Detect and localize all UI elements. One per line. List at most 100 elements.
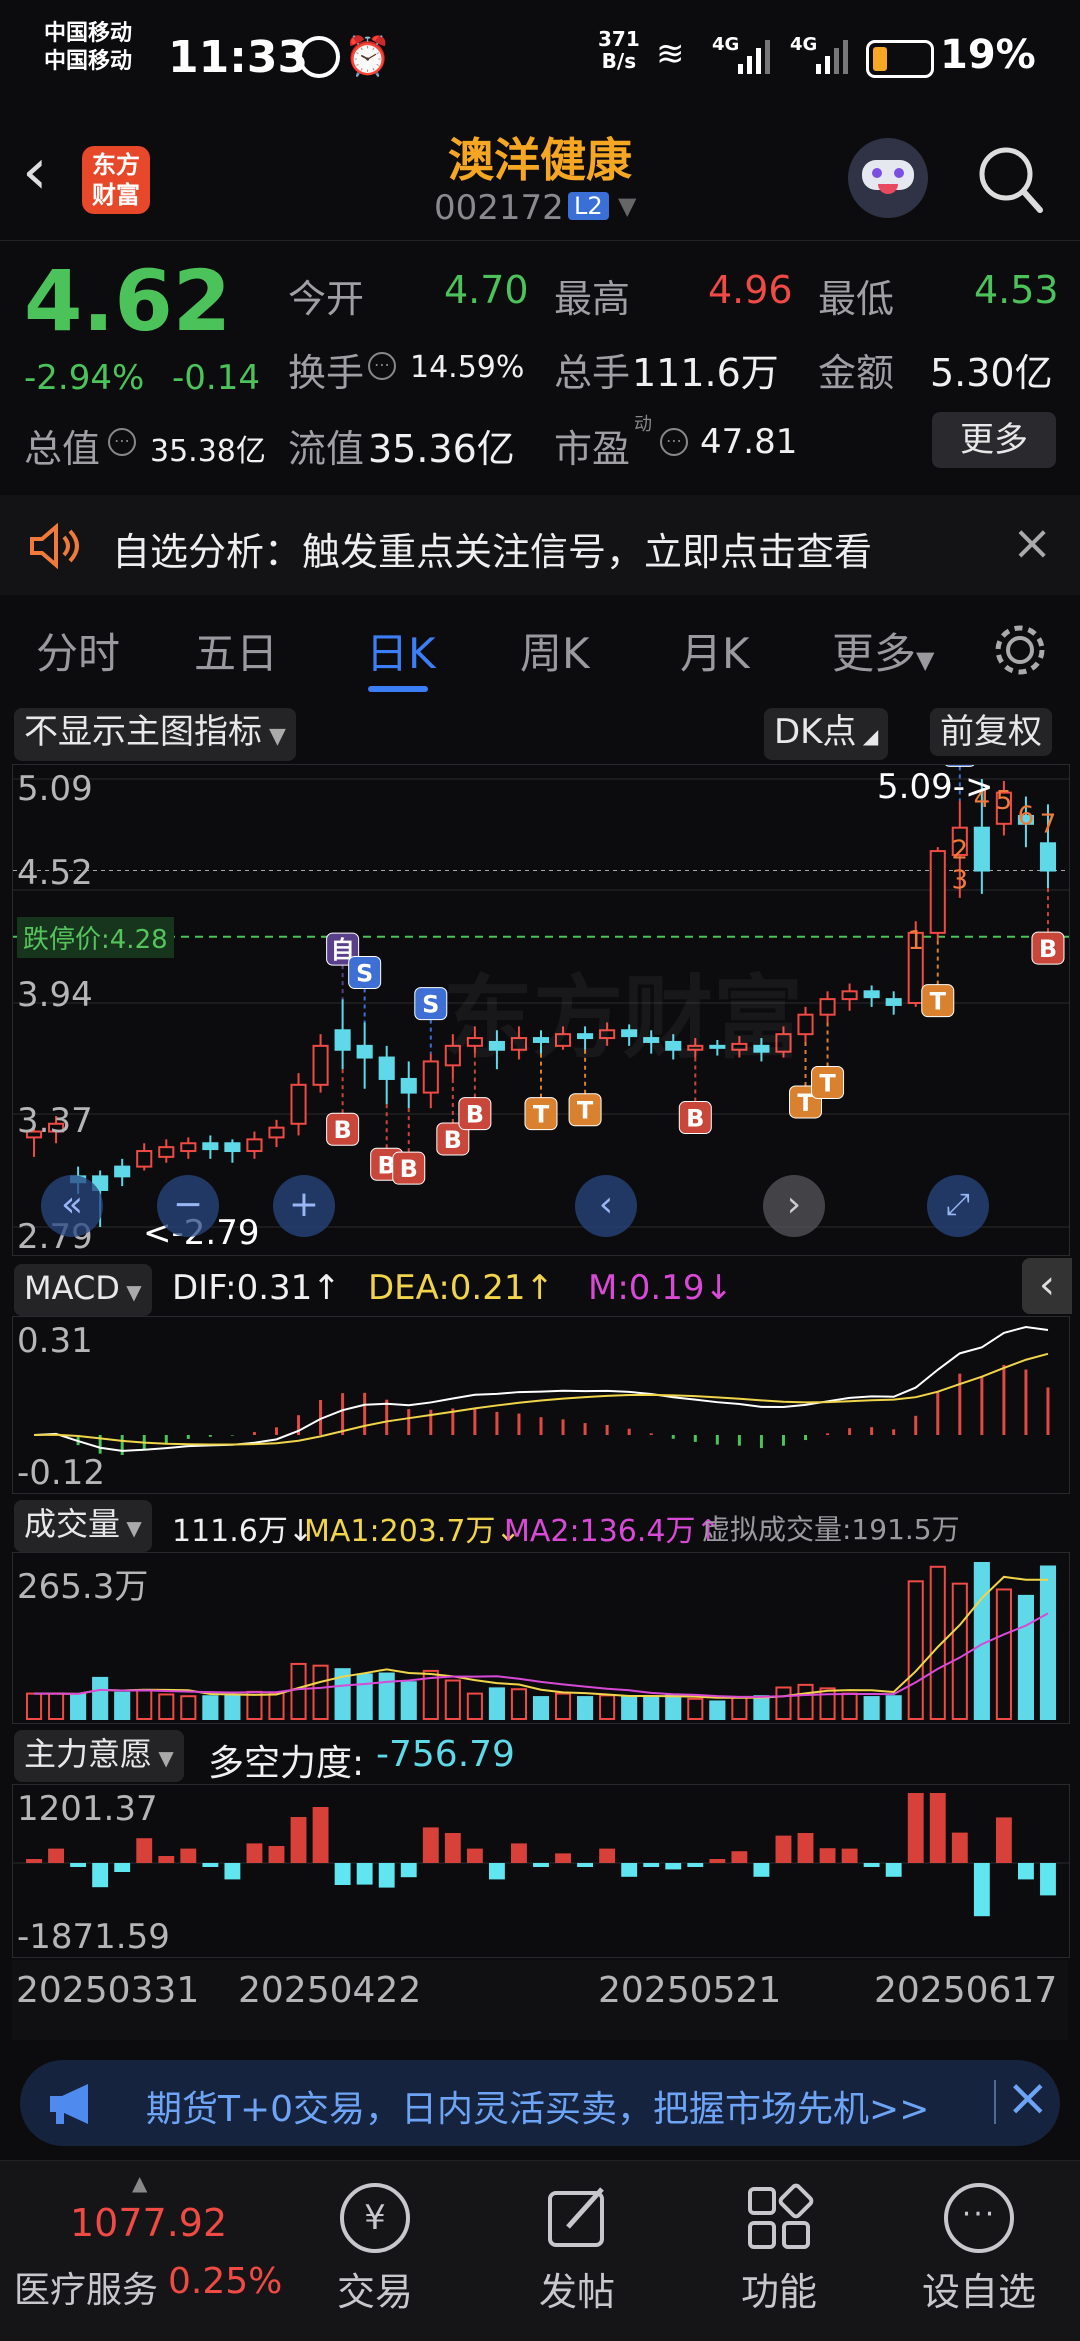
signal-badge-label: B xyxy=(444,1126,462,1154)
carrier-1: 中国移动 xyxy=(44,20,132,48)
dk-point-button[interactable]: DK点 ◢ xyxy=(764,708,888,760)
force-bar xyxy=(621,1863,637,1877)
volume-label: 总手 xyxy=(554,342,630,397)
mktcap-value: 35.38亿 xyxy=(150,426,266,470)
limit-down-label: 跌停价:4.28 xyxy=(17,917,174,958)
force-value: -756.79 xyxy=(376,1734,515,1775)
fullscreen-icon[interactable]: ⤢ xyxy=(927,1175,989,1237)
indicator-dropdown[interactable]: 不显示主图指标 ▼ xyxy=(14,708,296,761)
volume-bar xyxy=(380,1674,394,1719)
force-chart: 1201.37 -1871.59 xyxy=(12,1784,1070,1958)
volume-bar xyxy=(666,1694,680,1719)
amount-label: 金额 xyxy=(818,342,894,397)
candle xyxy=(181,1143,195,1151)
tab-monthly-k[interactable]: 月K xyxy=(680,620,750,681)
force-bar xyxy=(48,1849,64,1863)
info-icon[interactable]: ⋯ xyxy=(368,352,396,380)
scroll-left-fast-icon[interactable]: « xyxy=(41,1175,103,1237)
tab-daily-k[interactable]: 日K xyxy=(366,620,436,681)
force-bar xyxy=(445,1833,461,1863)
candle xyxy=(843,991,857,999)
volume-bar xyxy=(688,1699,702,1719)
close-icon[interactable]: × xyxy=(1006,2068,1050,2128)
signal-badge-label: B xyxy=(686,1105,704,1133)
scroll-left-icon[interactable]: ‹ xyxy=(575,1175,637,1237)
info-icon[interactable]: ⋯ xyxy=(108,428,136,456)
caret-up-icon: ▲ xyxy=(132,2171,147,2195)
volume-bar xyxy=(512,1689,526,1719)
index-change[interactable]: 0.25% xyxy=(168,2261,282,2302)
index-name[interactable]: 医疗服务 xyxy=(14,2261,158,2313)
volume-header: 成交量 ▼ 111.6万↓ MA1:203.7万↓ MA2:136.4万↑ 虚拟… xyxy=(0,1494,1080,1552)
futures-ad-banner[interactable]: 期货T+0交易，日内灵活买卖，把握市场先机>> × xyxy=(20,2060,1060,2146)
volume-dropdown[interactable]: 成交量 ▼ xyxy=(14,1500,152,1552)
nav-functions[interactable]: 功能 xyxy=(739,2261,819,2316)
change-pct: -2.94% xyxy=(24,358,144,398)
signal-badge-label: B xyxy=(400,1155,418,1183)
candlestick-chart[interactable]: 自SSBBBBBBBTTTTTS1234567 东方财富 5.09 4.52 跌… xyxy=(12,764,1070,1256)
zoom-out-icon[interactable]: − xyxy=(157,1175,219,1237)
float-label: 流值 xyxy=(288,418,364,473)
macd-chart: 0.31 -0.12 xyxy=(12,1316,1070,1494)
quote-panel: 4.62 -2.94% -0.14 今开 4.70 最高 4.96 最低 4.5… xyxy=(0,242,1080,492)
force-bar xyxy=(555,1853,571,1863)
tab-weekly-k[interactable]: 周K xyxy=(520,620,590,681)
macd-dropdown[interactable]: MACD ▼ xyxy=(14,1264,152,1316)
force-bar xyxy=(1018,1863,1034,1879)
last-price: 4.62 xyxy=(24,252,231,350)
force-bar xyxy=(511,1843,527,1863)
signal-badge-label: T xyxy=(533,1101,550,1129)
force-bar xyxy=(158,1856,174,1863)
zoom-in-icon[interactable]: + xyxy=(273,1175,335,1237)
volume-bar xyxy=(181,1696,195,1719)
tab-indicator xyxy=(368,686,428,692)
force-bar xyxy=(313,1807,329,1863)
analysis-banner[interactable]: 自选分析：触发重点关注信号，立即点击查看 × xyxy=(0,495,1080,595)
amount-value: 5.30亿 xyxy=(930,342,1053,397)
trade-icon[interactable]: ¥ xyxy=(340,2183,410,2253)
collapse-panel-icon[interactable]: ‹ xyxy=(1022,1258,1072,1314)
gear-icon[interactable] xyxy=(990,620,1050,680)
force-bar xyxy=(820,1848,836,1863)
index-value[interactable]: 1077.92 xyxy=(70,2201,227,2245)
more-button[interactable]: 更多 xyxy=(932,412,1056,468)
info-icon[interactable]: ⋯ xyxy=(660,428,688,456)
signal-badge-label: T xyxy=(819,1069,836,1097)
axis-top-label: 5.09 xyxy=(17,769,93,809)
robot-assistant-icon[interactable] xyxy=(848,138,928,218)
nav-add-watchlist[interactable]: 设自选 xyxy=(919,2261,1039,2316)
open-value: 4.70 xyxy=(444,268,529,312)
volume-ma2: MA2:136.4万↑ xyxy=(504,1506,721,1550)
force-bar xyxy=(379,1863,395,1888)
volume-bar xyxy=(953,1584,967,1719)
nav-trade[interactable]: 交易 xyxy=(335,2261,415,2316)
turnover-label: 换手 xyxy=(288,342,364,397)
price-adjust-button[interactable]: 前复权 xyxy=(930,708,1052,756)
macd-dif: DIF:0.31↑ xyxy=(172,1268,341,1308)
close-icon[interactable]: × xyxy=(1012,515,1052,571)
signal-count-label: 7 xyxy=(1040,809,1057,839)
tab-five-day[interactable]: 五日 xyxy=(194,620,278,681)
force-dropdown[interactable]: 主力意愿 ▼ xyxy=(14,1730,184,1782)
candle xyxy=(137,1151,151,1167)
macd-plot xyxy=(13,1317,1069,1493)
force-bar xyxy=(643,1863,659,1867)
chevron-down-icon[interactable]: ▼ xyxy=(618,192,636,220)
tab-intraday[interactable]: 分时 xyxy=(36,620,120,681)
volume-bar xyxy=(1041,1566,1055,1719)
nav-post[interactable]: 发帖 xyxy=(537,2261,617,2316)
search-icon[interactable] xyxy=(976,140,1048,220)
pe-sup: 动 xyxy=(634,410,652,436)
macd-axis-top: 0.31 xyxy=(17,1321,93,1361)
volume-bar xyxy=(754,1696,768,1719)
scroll-right-icon[interactable]: › xyxy=(763,1175,825,1237)
watchlist-icon[interactable]: ··· xyxy=(944,2183,1014,2253)
signal-bars-icon-1 xyxy=(736,36,776,76)
post-icon[interactable] xyxy=(544,2183,614,2253)
functions-icon[interactable] xyxy=(744,2183,814,2253)
volume-chart: 265.3万 xyxy=(12,1552,1070,1724)
volume-bar xyxy=(115,1693,129,1719)
virtual-volume: 虚拟成交量:191.5万 xyxy=(702,1508,960,1548)
tab-more[interactable]: 更多▼ xyxy=(832,620,934,681)
candle xyxy=(203,1143,217,1149)
